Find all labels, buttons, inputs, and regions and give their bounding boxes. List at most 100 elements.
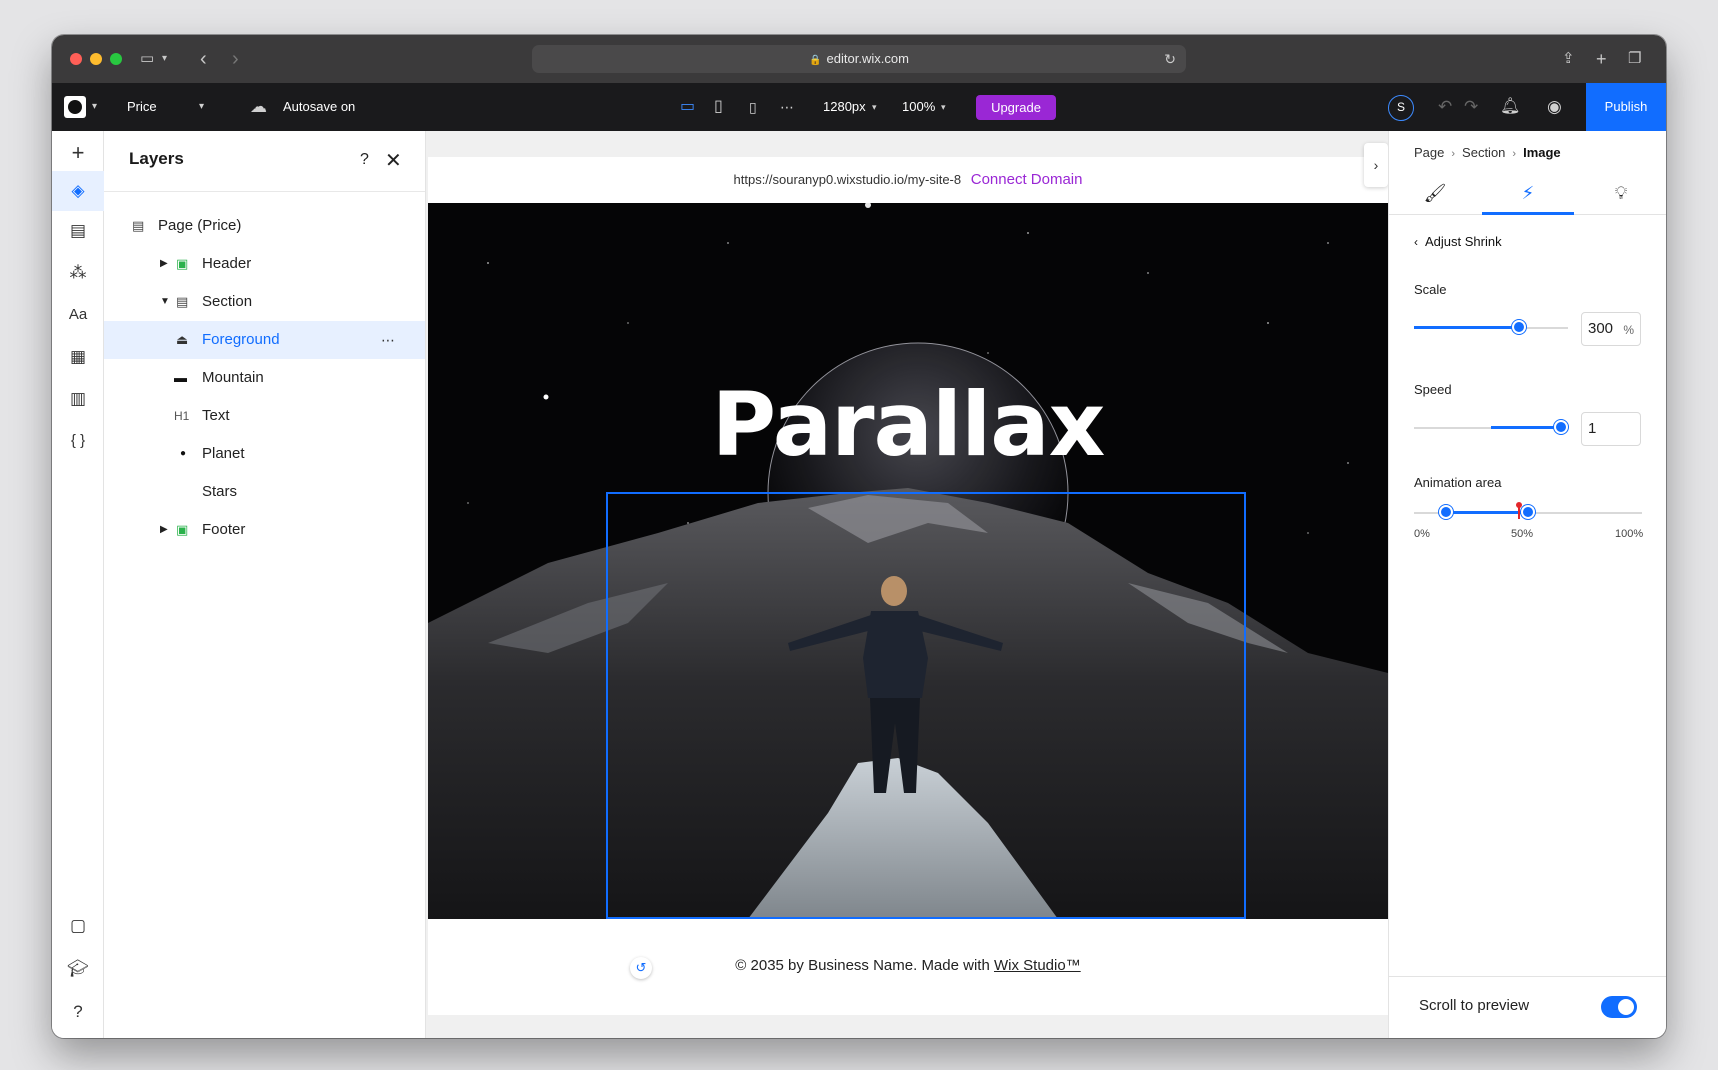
- scale-fill: [1414, 326, 1519, 329]
- scroll-preview-toggle[interactable]: [1601, 996, 1637, 1018]
- section-icon: ▣: [176, 522, 189, 537]
- lightbulb-icon[interactable]: 💡︎: [1575, 173, 1666, 215]
- area-tick-middle: 50%: [1511, 528, 1534, 540]
- layer-label: Mountain: [202, 369, 264, 386]
- avatar[interactable]: S: [1388, 95, 1414, 121]
- minimize-window-button[interactable]: [90, 53, 102, 65]
- page-icon: ▤: [132, 218, 145, 233]
- back-icon[interactable]: ‹: [200, 47, 207, 71]
- breadcrumb: Page › Section › Image: [1414, 145, 1561, 160]
- chevron-down-icon[interactable]: ▾: [941, 83, 946, 131]
- layer-item-mountain[interactable]: ▬ Mountain: [104, 359, 425, 397]
- components-icon[interactable]: ⁂: [52, 253, 104, 293]
- hero-section[interactable]: Parallax: [428, 203, 1388, 919]
- page-dropdown-icon[interactable]: ▾: [199, 83, 204, 131]
- animation-area-label: Animation area: [1414, 475, 1502, 490]
- layers-icon[interactable]: ◈: [52, 171, 104, 211]
- speed-handle[interactable]: [1554, 420, 1568, 434]
- area-tick-start: 0%: [1414, 528, 1430, 540]
- comments-icon[interactable]: ▢: [52, 906, 104, 946]
- page-selector[interactable]: Price: [127, 83, 157, 131]
- mobile-view-icon[interactable]: ▯: [749, 83, 757, 131]
- selection-box[interactable]: [606, 492, 1246, 919]
- preview-eye-icon[interactable]: ◉: [1547, 83, 1562, 131]
- editor-canvas[interactable]: https://souranyp0.wixstudio.io/my-site-8…: [426, 131, 1388, 1038]
- layer-item-header[interactable]: ▶ ▣ Header: [104, 245, 425, 283]
- back-button[interactable]: ‹ Adjust Shrink: [1414, 234, 1502, 249]
- help-icon[interactable]: ?: [52, 992, 104, 1032]
- layer-label: Foreground: [202, 331, 280, 348]
- layer-label: Text: [202, 407, 230, 424]
- add-elements-icon[interactable]: +: [52, 133, 104, 173]
- typography-icon[interactable]: Aa: [52, 295, 104, 335]
- layers-help-button[interactable]: ?: [360, 151, 369, 169]
- cms-table-icon[interactable]: ▥: [52, 379, 104, 419]
- design-brush-icon[interactable]: 🖌︎: [1389, 173, 1481, 215]
- bell-icon[interactable]: 🔔︎: [1500, 83, 1520, 131]
- layer-item-page[interactable]: ▤ Page (Price): [104, 207, 425, 245]
- code-icon[interactable]: { }: [52, 421, 104, 461]
- chevron-down-icon[interactable]: ▾: [92, 83, 97, 131]
- forward-icon[interactable]: ›: [232, 47, 239, 71]
- pages-icon[interactable]: ▤: [52, 211, 104, 251]
- site-url: https://souranyp0.wixstudio.io/my-site-8: [733, 172, 962, 187]
- new-tab-icon[interactable]: +: [1596, 47, 1607, 71]
- upgrade-button[interactable]: Upgrade: [976, 95, 1056, 120]
- more-options-icon[interactable]: ⋯: [381, 321, 395, 359]
- speed-input[interactable]: 1: [1581, 412, 1641, 446]
- layer-item-footer[interactable]: ▶ ▣ Footer: [104, 511, 425, 549]
- speed-fill: [1491, 426, 1561, 429]
- publish-button[interactable]: Publish: [1586, 83, 1666, 131]
- footer-link[interactable]: Wix Studio™: [994, 957, 1081, 974]
- close-icon[interactable]: ✕: [385, 148, 402, 173]
- redo-icon[interactable]: ↷: [1464, 83, 1478, 131]
- tab-overview-icon[interactable]: ❐: [1628, 47, 1641, 71]
- site-footer[interactable]: © 2035 by Business Name. Made with Wix S…: [428, 919, 1388, 1015]
- layer-label: Stars: [202, 483, 238, 500]
- breadcrumb-page[interactable]: Page: [1414, 145, 1444, 160]
- area-end-handle[interactable]: [1521, 505, 1535, 519]
- breadcrumb-section[interactable]: Section: [1462, 145, 1505, 160]
- animation-bolt-icon[interactable]: ⚡︎: [1482, 173, 1574, 215]
- rotate-icon[interactable]: ↺: [630, 957, 652, 979]
- reload-icon[interactable]: ↻: [1164, 45, 1176, 73]
- wix-logo-button[interactable]: [64, 96, 86, 118]
- learn-icon[interactable]: 🎓︎: [52, 949, 104, 989]
- collapse-arrow-icon[interactable]: ▼: [160, 283, 170, 321]
- zoom-window-button[interactable]: [110, 53, 122, 65]
- chevron-down-icon[interactable]: ▾: [162, 47, 167, 71]
- layer-label: Page (Price): [158, 217, 242, 234]
- chevron-down-icon[interactable]: ▾: [872, 83, 877, 131]
- hero-heading[interactable]: Parallax: [428, 373, 1388, 476]
- apps-icon[interactable]: ▦: [52, 337, 104, 377]
- breakpoint-width[interactable]: 1280px: [823, 83, 866, 131]
- scale-input[interactable]: 300 %: [1581, 312, 1641, 346]
- chevron-right-icon[interactable]: ›: [1364, 143, 1388, 187]
- speed-label: Speed: [1414, 382, 1452, 397]
- tablet-view-icon[interactable]: ▯: [714, 83, 723, 131]
- chevron-right-icon: ›: [1451, 148, 1456, 160]
- more-breakpoints-icon[interactable]: ⋯: [780, 83, 794, 131]
- address-bar[interactable]: 🔒 editor.wix.com ↻: [532, 45, 1186, 73]
- autosave-status: Autosave on: [283, 99, 356, 114]
- area-fill: [1445, 511, 1528, 514]
- close-window-button[interactable]: [70, 53, 82, 65]
- layer-item-stars[interactable]: Stars: [104, 473, 425, 511]
- desktop-view-icon[interactable]: ▭: [680, 83, 695, 131]
- share-icon[interactable]: ⇪: [1562, 47, 1575, 71]
- connect-domain-link[interactable]: Connect Domain: [971, 171, 1083, 188]
- sidebar-toggle-icon[interactable]: ▭: [140, 47, 154, 71]
- area-start-handle[interactable]: [1438, 505, 1453, 519]
- layer-item-section[interactable]: ▼ ▤ Section: [104, 283, 425, 321]
- scale-unit: %: [1623, 323, 1634, 337]
- layer-item-text[interactable]: H1 Text: [104, 397, 425, 435]
- expand-arrow-icon[interactable]: ▶: [160, 245, 168, 283]
- layer-item-planet[interactable]: ● Planet: [104, 435, 425, 473]
- undo-icon[interactable]: ↶: [1438, 83, 1452, 131]
- chevron-left-icon: ‹: [1414, 235, 1418, 249]
- layer-item-foreground[interactable]: ⏏ Foreground ⋯: [104, 321, 425, 359]
- zoom-level[interactable]: 100%: [902, 83, 935, 131]
- image-icon: ⏏: [176, 332, 189, 347]
- scale-handle[interactable]: [1511, 320, 1526, 334]
- expand-arrow-icon[interactable]: ▶: [160, 511, 168, 549]
